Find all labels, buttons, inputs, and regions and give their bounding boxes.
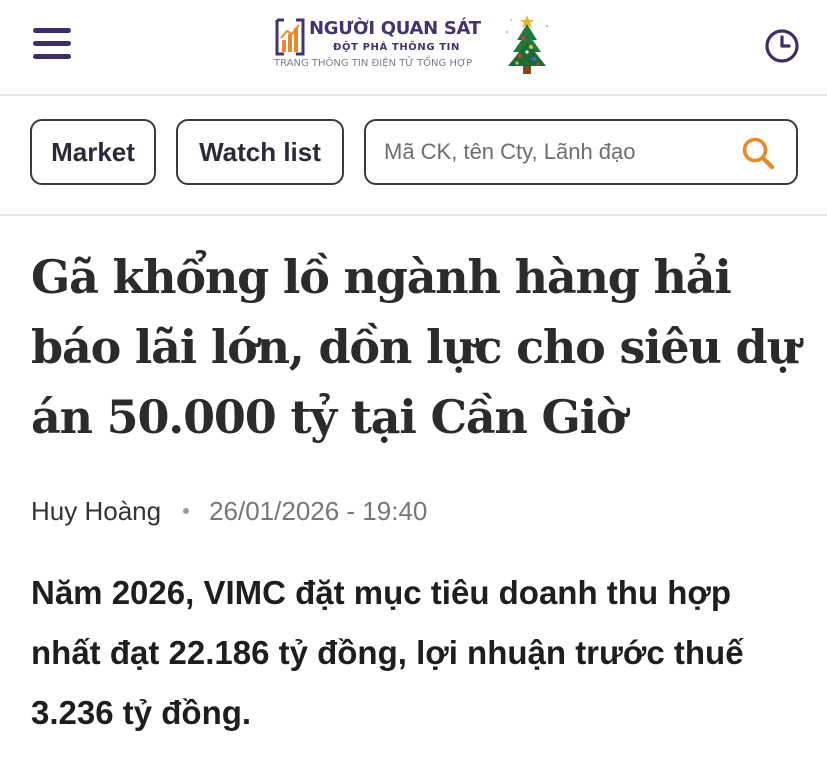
logo-bar-chart-icon bbox=[275, 18, 305, 56]
search-icon[interactable] bbox=[740, 135, 776, 171]
watchlist-button[interactable]: Watch list bbox=[176, 119, 344, 185]
clock-icon[interactable] bbox=[764, 28, 800, 64]
search-box bbox=[364, 119, 798, 185]
author-name[interactable]: Huy Hoàng bbox=[31, 496, 161, 527]
separator-dot bbox=[183, 508, 190, 514]
logo-slogan: ĐỘT PHÁ THÔNG TIN bbox=[333, 42, 460, 53]
search-input[interactable] bbox=[384, 133, 714, 171]
publish-datetime: 26/01/2026 - 19:40 bbox=[209, 495, 428, 526]
logo-title: NGƯỜI QUAN SÁT bbox=[309, 18, 481, 39]
article-summary: Năm 2026, VIMC đặt mục tiêu doanh thu hợ… bbox=[31, 574, 744, 731]
christmas-tree-icon bbox=[505, 15, 549, 74]
article-title: Gã khổng lồ ngành hàng hải báo lãi lớn, … bbox=[31, 250, 800, 444]
site-logo[interactable]: NGƯỜI QUAN SÁT ĐỘT PHÁ THÔNG TIN TRANG T… bbox=[273, 12, 557, 76]
logo-description: TRANG THÔNG TIN ĐIỆN TỬ TỔNG HỢP bbox=[274, 58, 473, 69]
toolbar: Market Watch list bbox=[0, 96, 827, 216]
hamburger-menu-icon[interactable] bbox=[33, 28, 71, 60]
site-header: NGƯỜI QUAN SÁT ĐỘT PHÁ THÔNG TIN TRANG T… bbox=[0, 0, 827, 96]
market-button[interactable]: Market bbox=[30, 119, 156, 185]
article-byline: Huy Hoàng 26/01/2026 - 19:40 bbox=[31, 494, 427, 528]
